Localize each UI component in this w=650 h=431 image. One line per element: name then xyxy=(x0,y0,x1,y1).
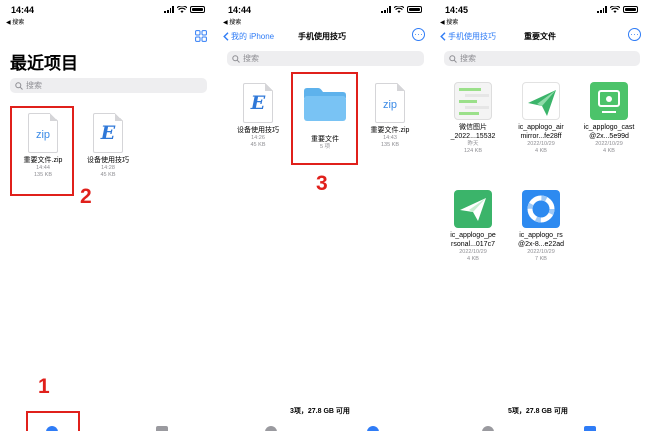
battery-icon xyxy=(407,6,422,13)
file-time: 14:26 xyxy=(251,135,265,141)
file-item[interactable]: zip 重要文件.zip 14:43 135 KB xyxy=(355,83,425,149)
status-time: 14:44 xyxy=(228,5,252,15)
search-icon xyxy=(449,54,457,63)
recents-screen: 14:44 ◀ 搜索 最近项目 搜索 zip 重要文件.zip 14:44 13… xyxy=(0,0,217,431)
status-time: 14:44 xyxy=(11,5,35,15)
highlight-box xyxy=(291,72,358,165)
signal-icon xyxy=(597,6,607,13)
battery-icon xyxy=(623,6,638,13)
status-icons xyxy=(597,6,638,13)
back-label: 我的 iPhone xyxy=(231,32,275,41)
search-icon xyxy=(232,54,240,63)
file-size: 45 KB xyxy=(250,142,266,148)
highlight-box xyxy=(10,106,74,196)
file-name: 微信图片 _2022...15532 xyxy=(450,124,496,140)
personal-logo-thumbnail xyxy=(454,190,492,228)
file-size: 4 KB xyxy=(603,148,615,154)
back-to-search-link[interactable]: ◀ 搜索 xyxy=(223,17,241,26)
file-name: 重要文件.zip xyxy=(370,127,410,134)
file-name: ic_applogo_rs @2x-8...e22ad xyxy=(517,232,565,248)
back-to-search-link[interactable]: ◀ 搜索 xyxy=(440,17,458,26)
recents-tab-icon[interactable] xyxy=(46,426,58,431)
back-button[interactable]: 手机使用技巧 xyxy=(440,31,496,42)
shared-tab-icon[interactable] xyxy=(156,426,168,431)
status-time: 14:45 xyxy=(445,5,469,15)
back-button[interactable]: 我的 iPhone xyxy=(223,31,274,42)
back-label: 手机使用技巧 xyxy=(448,32,496,41)
search-input[interactable]: 搜索 xyxy=(10,78,207,93)
file-item[interactable]: E 设备使用技巧 14:28 45 KB xyxy=(73,113,143,179)
wifi-icon xyxy=(394,6,404,13)
search-input[interactable]: 搜索 xyxy=(444,51,640,66)
storage-footer: 5项，27.8 GB 可用 xyxy=(508,408,568,415)
browse-tab-icon[interactable] xyxy=(584,426,596,431)
file-time: 昨天 xyxy=(467,141,479,147)
file-size: 7 KB xyxy=(535,256,547,262)
signal-icon xyxy=(381,6,391,13)
file-name: 设备使用技巧 xyxy=(237,127,279,134)
browse-tab-icon[interactable] xyxy=(367,426,379,431)
cast-logo-thumbnail xyxy=(590,82,628,120)
important-files-screen: 14:45 ◀ 搜索 手机使用技巧 重要文件 搜索 微信图片 _2022...15… xyxy=(434,0,650,431)
step-number: 3 xyxy=(316,172,328,195)
file-time: 2022/10/29 xyxy=(459,249,487,255)
file-name: ic_applogo_air mirror...fe28ff xyxy=(518,124,564,140)
back-to-search-link[interactable]: ◀ 搜索 xyxy=(6,17,24,26)
file-item[interactable]: E 设备使用技巧 14:26 45 KB xyxy=(223,83,293,149)
page-title: 最近项目 xyxy=(10,54,78,73)
file-item[interactable]: 微信图片 _2022...15532 昨天 124 KB xyxy=(438,82,508,155)
file-time: 2022/10/29 xyxy=(595,141,623,147)
step-number: 2 xyxy=(80,185,92,208)
file-time: 14:43 xyxy=(383,135,397,141)
file-time: 14:28 xyxy=(101,165,115,171)
folder-screen: 14:44 ◀ 搜索 我的 iPhone 手机使用技巧 搜索 E 设备使用技巧 … xyxy=(217,0,434,431)
step-number: 1 xyxy=(38,375,50,398)
document-icon: E xyxy=(93,113,123,153)
chevron-left-icon xyxy=(440,32,446,41)
battery-icon xyxy=(190,6,205,13)
file-name: 设备使用技巧 xyxy=(87,157,129,164)
nav-title: 重要文件 xyxy=(524,32,556,41)
browse-tab-icon[interactable] xyxy=(265,426,277,431)
search-placeholder: 搜索 xyxy=(460,54,476,63)
file-item[interactable]: ic_applogo_cast @2x...5e99d 2022/10/29 4 … xyxy=(574,82,644,155)
more-options-icon[interactable] xyxy=(628,28,641,41)
storage-footer: 3项，27.8 GB 可用 xyxy=(290,408,350,415)
search-icon xyxy=(15,81,23,90)
zip-file-icon: zip xyxy=(375,83,405,123)
file-name: ic_applogo_cast @2x...5e99d xyxy=(583,124,635,140)
chevron-left-icon xyxy=(223,32,229,41)
file-item[interactable]: ic_applogo_air mirror...fe28ff 2022/10/29… xyxy=(506,82,576,155)
file-time: 2022/10/29 xyxy=(527,249,555,255)
status-icons xyxy=(164,6,205,13)
file-size: 135 KB xyxy=(380,142,400,148)
file-time: 2022/10/29 xyxy=(527,141,555,147)
search-placeholder: 搜索 xyxy=(26,81,42,90)
file-size: 4 KB xyxy=(535,148,547,154)
file-item[interactable]: ic_applogo_rs @2x-8...e22ad 2022/10/29 7 … xyxy=(506,190,576,263)
lifebuoy-logo-thumbnail xyxy=(522,190,560,228)
file-size: 45 KB xyxy=(100,172,116,178)
file-name: ic_applogo_pe rsonal...017c7 xyxy=(450,232,496,248)
status-icons xyxy=(381,6,422,13)
file-size: 4 KB xyxy=(467,256,479,262)
grid-view-icon[interactable] xyxy=(195,30,207,42)
search-input[interactable]: 搜索 xyxy=(227,51,424,66)
search-placeholder: 搜索 xyxy=(243,54,259,63)
wifi-icon xyxy=(177,6,187,13)
file-item[interactable]: ic_applogo_pe rsonal...017c7 2022/10/29 4… xyxy=(438,190,508,263)
tab-icon[interactable] xyxy=(482,426,494,431)
nav-title: 手机使用技巧 xyxy=(298,32,346,41)
signal-icon xyxy=(164,6,174,13)
airmirror-logo-thumbnail xyxy=(522,82,560,120)
wifi-icon xyxy=(610,6,620,13)
more-options-icon[interactable] xyxy=(412,28,425,41)
image-thumbnail xyxy=(454,82,492,120)
file-size: 124 KB xyxy=(463,148,483,154)
document-icon: E xyxy=(243,83,273,123)
